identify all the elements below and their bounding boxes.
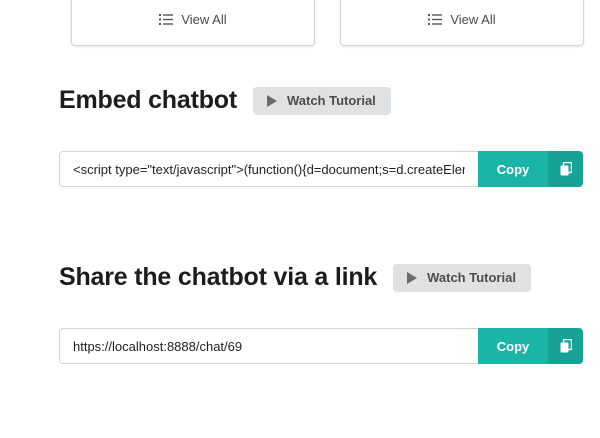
watch-tutorial-label: Watch Tutorial bbox=[427, 270, 516, 285]
copy-label: Copy bbox=[478, 328, 548, 364]
share-link-input[interactable] bbox=[59, 328, 478, 364]
copy-link-button[interactable]: Copy bbox=[478, 328, 583, 364]
copy-icon-box bbox=[548, 328, 583, 364]
embed-code-input[interactable] bbox=[59, 151, 478, 187]
view-all-button[interactable]: View All bbox=[159, 12, 227, 27]
share-heading: Share the chatbot via a link bbox=[59, 263, 378, 291]
embed-code-row: Copy bbox=[59, 151, 583, 187]
play-icon bbox=[407, 271, 418, 284]
watch-tutorial-button[interactable]: Watch Tutorial bbox=[393, 263, 531, 292]
watch-tutorial-button[interactable]: Watch Tutorial bbox=[252, 86, 391, 115]
chatbot-card: View All bbox=[340, 0, 584, 46]
embed-heading: Embed chatbot bbox=[59, 86, 237, 114]
play-icon bbox=[266, 94, 277, 107]
copy-icon-box bbox=[548, 151, 583, 187]
copy-label: Copy bbox=[478, 151, 548, 187]
watch-tutorial-label: Watch Tutorial bbox=[286, 93, 376, 108]
copy-embed-button[interactable]: Copy bbox=[478, 151, 583, 187]
view-all-label: View All bbox=[450, 12, 496, 27]
embed-section: Embed chatbot Watch Tutorial bbox=[59, 86, 391, 115]
list-icon bbox=[159, 14, 174, 25]
share-link-row: Copy bbox=[59, 328, 583, 364]
view-all-button[interactable]: View All bbox=[428, 12, 496, 27]
view-all-label: View All bbox=[181, 12, 227, 27]
clipboard-icon bbox=[560, 339, 572, 353]
chatbot-card: View All bbox=[71, 0, 315, 46]
chatbot-share-page: View All View All Embed chatbot Watch Tu… bbox=[0, 0, 600, 438]
clipboard-icon bbox=[560, 162, 572, 176]
share-section: Share the chatbot via a link Watch Tutor… bbox=[59, 263, 531, 292]
list-icon bbox=[428, 14, 443, 25]
